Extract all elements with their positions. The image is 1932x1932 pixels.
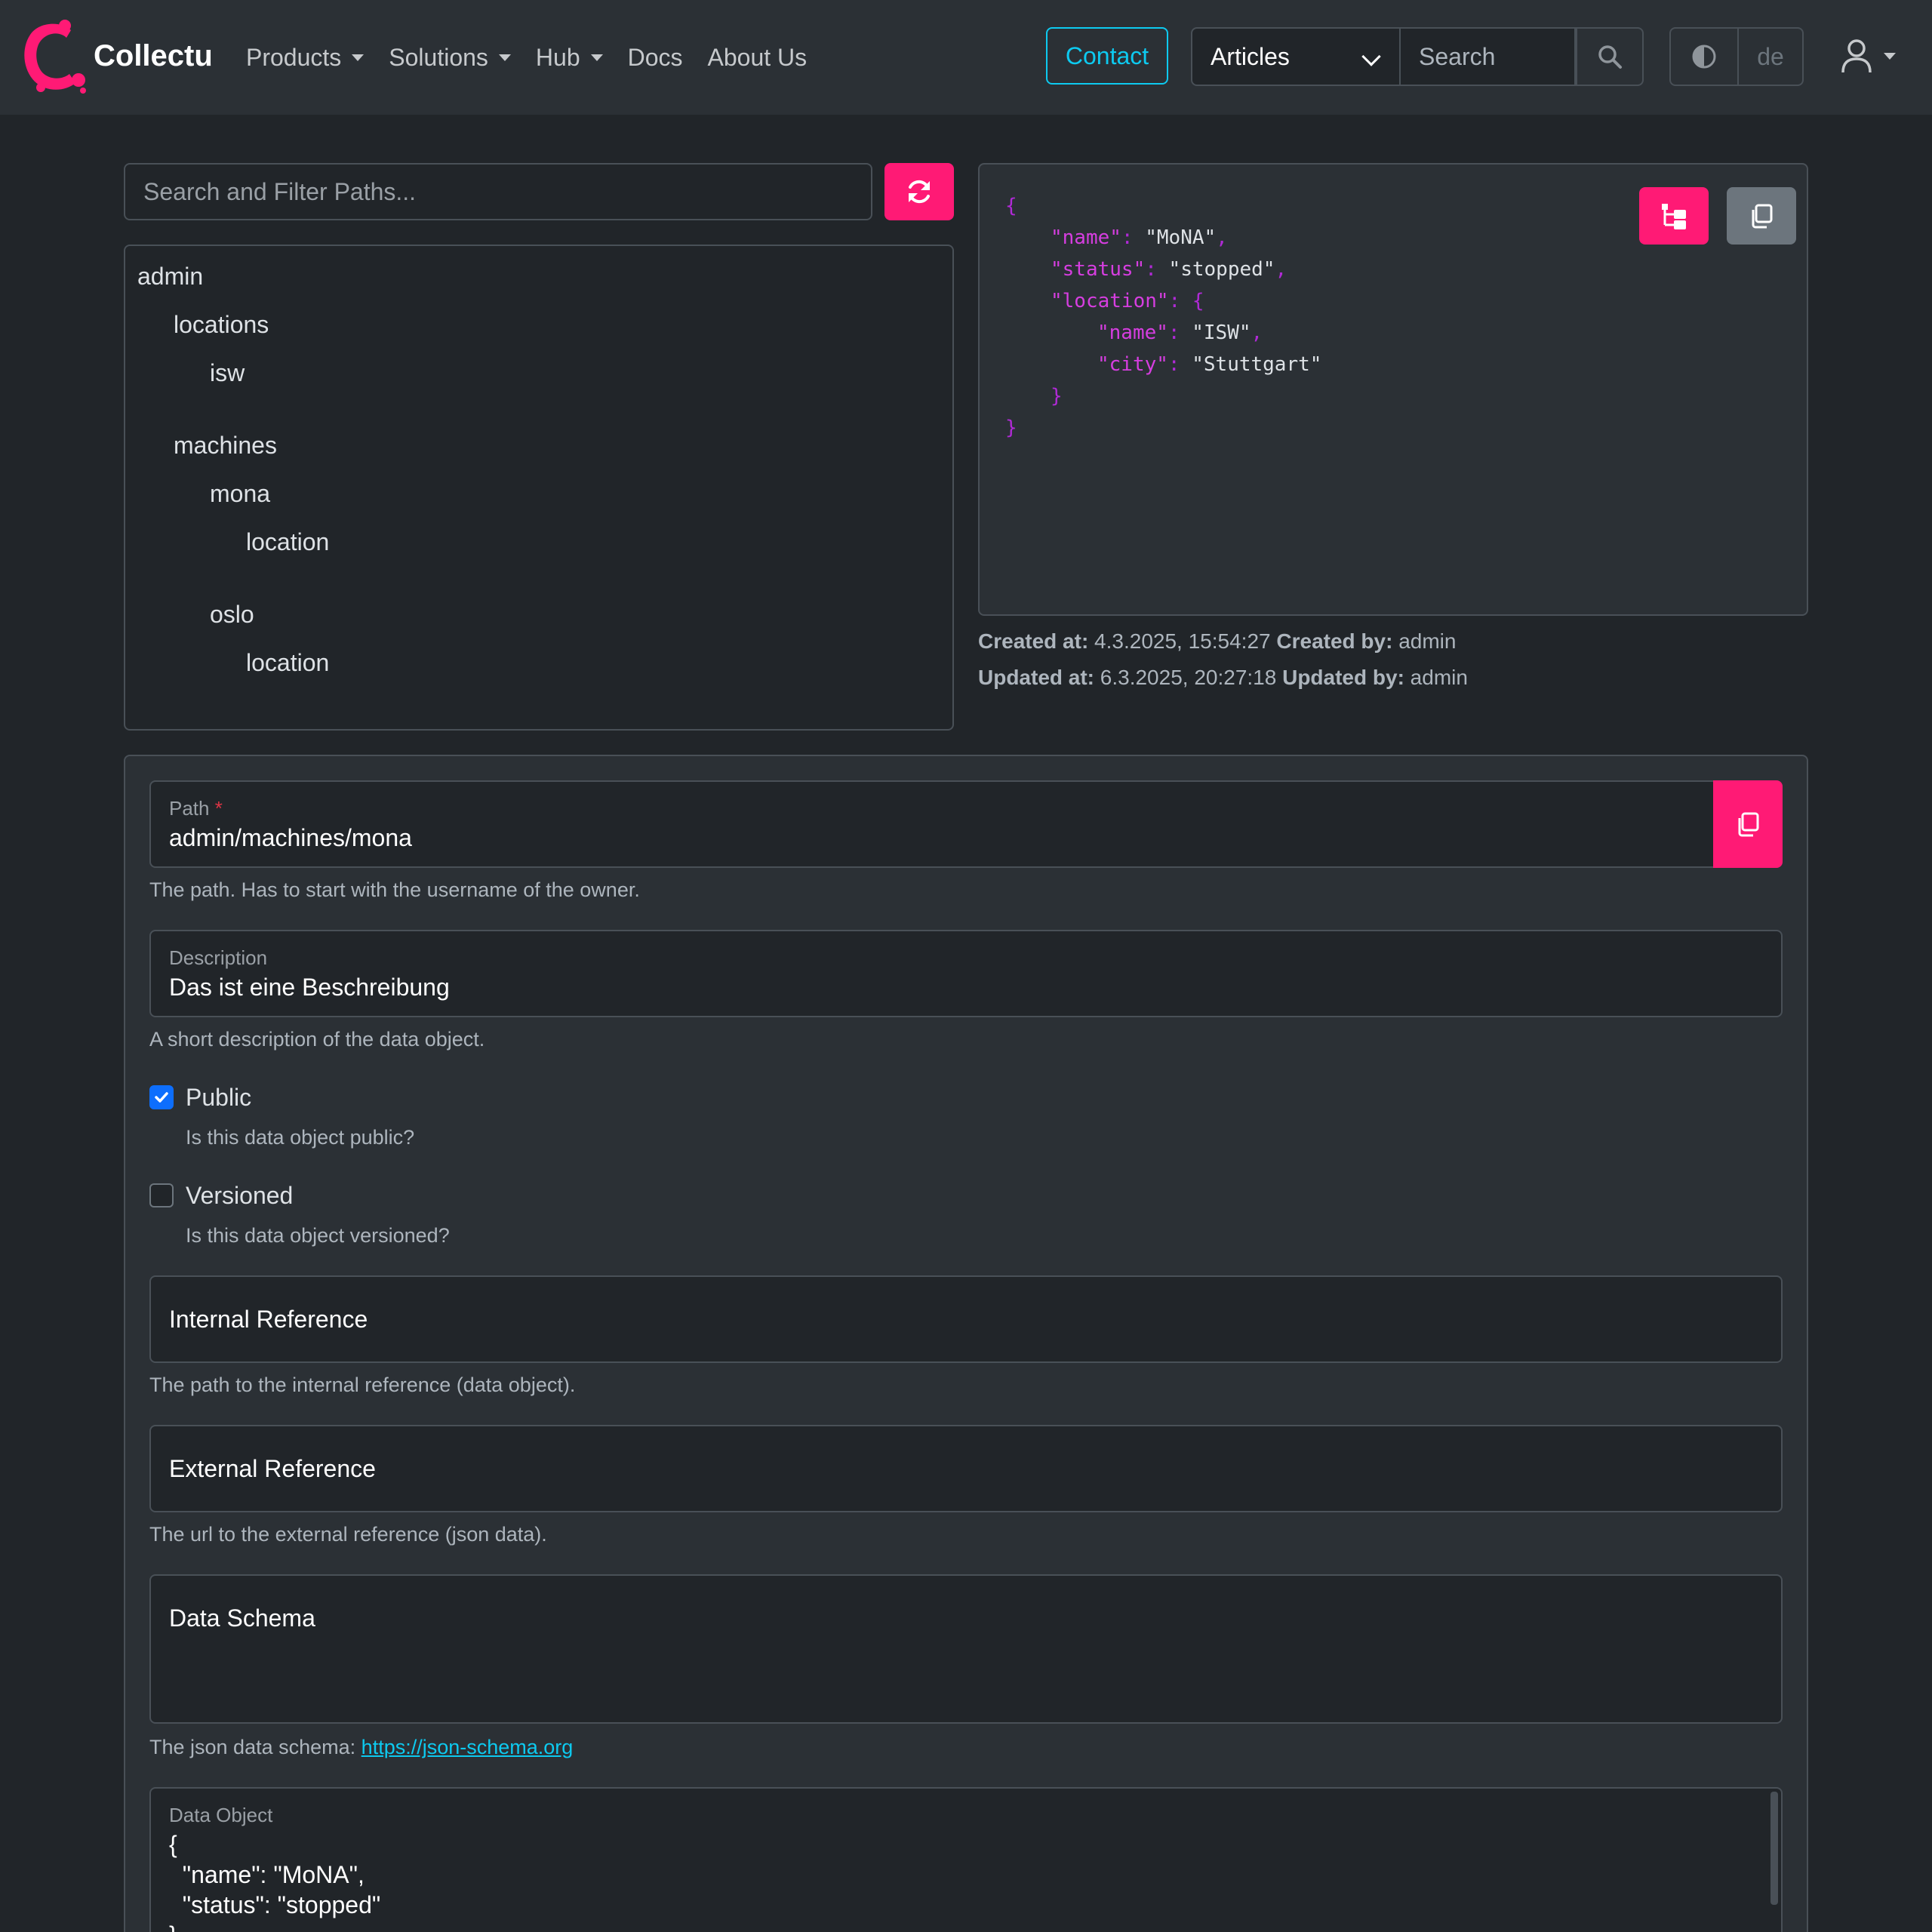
copy-json-button[interactable] xyxy=(1727,187,1796,245)
updated-meta: Updated at: 6.3.2025, 20:27:18 Updated b… xyxy=(978,666,1468,690)
json-schema-link[interactable]: https://json-schema.org xyxy=(361,1736,574,1758)
collectu-logo-icon xyxy=(24,20,86,94)
search-scope-select[interactable]: Articles xyxy=(1191,27,1401,86)
json-line: "location": { xyxy=(1051,290,1204,312)
description-value: Das ist eine Beschreibung xyxy=(169,974,450,1001)
contact-button[interactable]: Contact xyxy=(1046,27,1168,85)
copy-icon xyxy=(1752,204,1773,229)
data-object-field[interactable]: Data Object { "name": "MoNA", "status": … xyxy=(149,1787,1783,1932)
data-object-line: "status": "stopped" xyxy=(169,1891,381,1918)
site-search-group: Articles Search xyxy=(1191,27,1644,86)
nav-products[interactable]: Products xyxy=(246,44,365,72)
updated-by-label: Updated by: xyxy=(1282,666,1404,689)
data-object-label: Data Object xyxy=(169,1804,273,1826)
updated-at-value: 6.3.2025, 20:27:18 xyxy=(1100,666,1277,689)
data-object-line: } xyxy=(169,1921,177,1932)
versioned-help: Is this data object versioned? xyxy=(186,1224,450,1247)
path-filter-input[interactable]: Search and Filter Paths... xyxy=(124,163,872,220)
internal-reference-placeholder: Internal Reference xyxy=(169,1306,368,1333)
data-object-line: "name": "MoNA", xyxy=(169,1861,365,1888)
site-search-input[interactable]: Search xyxy=(1401,27,1576,86)
refresh-button[interactable] xyxy=(884,163,954,220)
json-line: } xyxy=(1051,385,1063,408)
brand-name[interactable]: Collectu xyxy=(94,39,213,73)
json-line: "city": "Stuttgart" xyxy=(1097,353,1322,376)
description-help: A short description of the data object. xyxy=(149,1028,485,1051)
external-reference-help: The url to the external reference (json … xyxy=(149,1523,547,1546)
tree-item[interactable]: mona xyxy=(210,480,270,508)
path-label: Path * xyxy=(169,797,223,820)
updated-by-value: admin xyxy=(1410,666,1468,689)
checkmark-icon xyxy=(155,1092,168,1103)
tree-view-button[interactable] xyxy=(1639,187,1709,245)
user-icon xyxy=(1841,39,1872,73)
tree-item[interactable]: isw xyxy=(210,359,245,387)
created-at-value: 4.3.2025, 15:54:27 xyxy=(1094,629,1271,653)
nav-links: Products Solutions Hub Docs About Us xyxy=(246,0,807,115)
nav-docs[interactable]: Docs xyxy=(628,44,683,72)
contrast-icon xyxy=(1692,45,1716,69)
chevron-down-icon xyxy=(1361,47,1381,66)
json-line: { xyxy=(1005,195,1017,217)
data-object-scrollbar[interactable] xyxy=(1770,1792,1778,1905)
tree-item[interactable]: admin xyxy=(137,263,203,291)
data-schema-help: The json data schema: https://json-schem… xyxy=(149,1736,574,1758)
data-schema-placeholder: Data Schema xyxy=(169,1604,315,1632)
path-help: The path. Has to start with the username… xyxy=(149,878,640,901)
tree-item[interactable]: locations xyxy=(174,311,269,339)
tree-item[interactable]: location xyxy=(246,649,329,677)
created-meta: Created at: 4.3.2025, 15:54:27 Created b… xyxy=(978,629,1456,654)
json-line: "status": "stopped", xyxy=(1051,258,1287,281)
external-reference-placeholder: External Reference xyxy=(169,1455,376,1482)
public-label[interactable]: Public xyxy=(186,1084,251,1112)
user-menu[interactable] xyxy=(1840,38,1896,74)
description-label: Description xyxy=(169,946,268,969)
site-search-button[interactable] xyxy=(1576,27,1644,86)
external-reference-field[interactable]: External Reference xyxy=(149,1425,1783,1512)
navbar: Collectu Products Solutions Hub Docs Abo… xyxy=(0,0,1932,115)
path-field[interactable]: Path * admin/machines/mona xyxy=(149,780,1715,868)
description-field[interactable]: Description Das ist eine Beschreibung xyxy=(149,930,1783,1017)
json-line: "name": "MoNA", xyxy=(1051,226,1228,249)
caret-down-icon xyxy=(352,54,365,61)
internal-reference-field[interactable]: Internal Reference xyxy=(149,1275,1783,1363)
nav-hub[interactable]: Hub xyxy=(536,44,603,72)
versioned-checkbox[interactable] xyxy=(149,1183,174,1208)
data-schema-field[interactable]: Data Schema xyxy=(149,1574,1783,1724)
refresh-icon xyxy=(909,180,930,204)
created-by-value: admin xyxy=(1398,629,1457,653)
public-checkbox[interactable] xyxy=(149,1085,174,1109)
json-line: "name": "ISW", xyxy=(1097,321,1263,344)
nav-about-us[interactable]: About Us xyxy=(708,44,808,72)
path-value: admin/machines/mona xyxy=(169,824,412,851)
caret-down-icon xyxy=(1884,52,1896,60)
tree-item[interactable]: location xyxy=(246,528,329,556)
internal-reference-help: The path to the internal reference (data… xyxy=(149,1374,576,1396)
created-by-label: Created by: xyxy=(1276,629,1393,653)
tree-item[interactable]: machines xyxy=(174,432,277,460)
created-at-label: Created at: xyxy=(978,629,1089,653)
nav-solutions[interactable]: Solutions xyxy=(389,44,511,72)
search-icon xyxy=(1598,45,1622,69)
versioned-label[interactable]: Versioned xyxy=(186,1182,293,1210)
public-help: Is this data object public? xyxy=(186,1126,415,1149)
brand-logo[interactable] xyxy=(18,17,91,95)
json-line: } xyxy=(1005,417,1017,439)
data-object-line: { xyxy=(169,1831,177,1858)
tree-item[interactable]: oslo xyxy=(210,601,254,629)
copy-path-button[interactable] xyxy=(1713,780,1783,868)
updated-at-label: Updated at: xyxy=(978,666,1094,689)
caret-down-icon xyxy=(498,54,511,61)
language-button[interactable]: de xyxy=(1739,27,1804,86)
theme-toggle-button[interactable] xyxy=(1669,27,1739,86)
theme-language-group: de xyxy=(1669,27,1804,86)
copy-icon xyxy=(1738,812,1759,837)
diagram-icon xyxy=(1662,204,1686,229)
path-tree: admin locations isw machines mona locati… xyxy=(124,245,954,731)
caret-down-icon xyxy=(590,54,603,61)
